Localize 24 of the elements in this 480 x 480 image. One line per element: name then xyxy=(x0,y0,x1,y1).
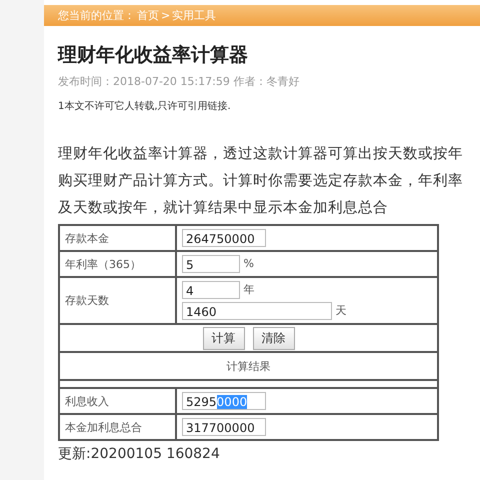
field-label: 年利率（365） xyxy=(59,251,176,277)
copyright-notice: 1本文不许可它人转载,只许可引用链接. xyxy=(58,100,232,113)
article-meta: 发布时间：2018-07-20 15:17:59 作者：冬青好 xyxy=(58,74,300,89)
rate-field[interactable]: 5 xyxy=(182,255,240,273)
calculate-button[interactable]: 计算 xyxy=(202,326,244,350)
interest-field[interactable]: 52950000 xyxy=(182,392,266,410)
field-label: 存款天数 xyxy=(59,277,176,324)
days-field[interactable]: 1460 xyxy=(182,302,332,320)
article-title: 理财年化收益率计算器 xyxy=(58,43,249,68)
unit-label: % xyxy=(244,257,254,270)
unit-label: 年 xyxy=(244,283,254,296)
unit-label: 天 xyxy=(336,304,346,318)
breadcrumb-separator: > xyxy=(161,9,170,22)
total-field[interactable]: 317700000 xyxy=(182,418,266,436)
result-heading: 计算结果 xyxy=(59,352,438,380)
clear-button[interactable]: 清除 xyxy=(252,326,294,350)
field-label: 利息收入 xyxy=(59,388,176,414)
intro-paragraph: 理财年化收益率计算器，透过这款计算器可算出按天数或按年购买理财产品计算方式。计算时你需要选定存款本金，年利率及天数或按年，就计算结果中显示本金加利息总合 xyxy=(58,144,464,218)
field-label: 本金加利息总合 xyxy=(59,414,176,440)
field-label: 存款本金 xyxy=(59,225,176,251)
years-field[interactable]: 4 xyxy=(182,281,240,299)
update-time: 更新:20200105 160824 xyxy=(58,445,221,463)
principal-field[interactable]: 264750000 xyxy=(182,229,266,247)
breadcrumb-label: 您当前的位置： xyxy=(58,8,135,23)
